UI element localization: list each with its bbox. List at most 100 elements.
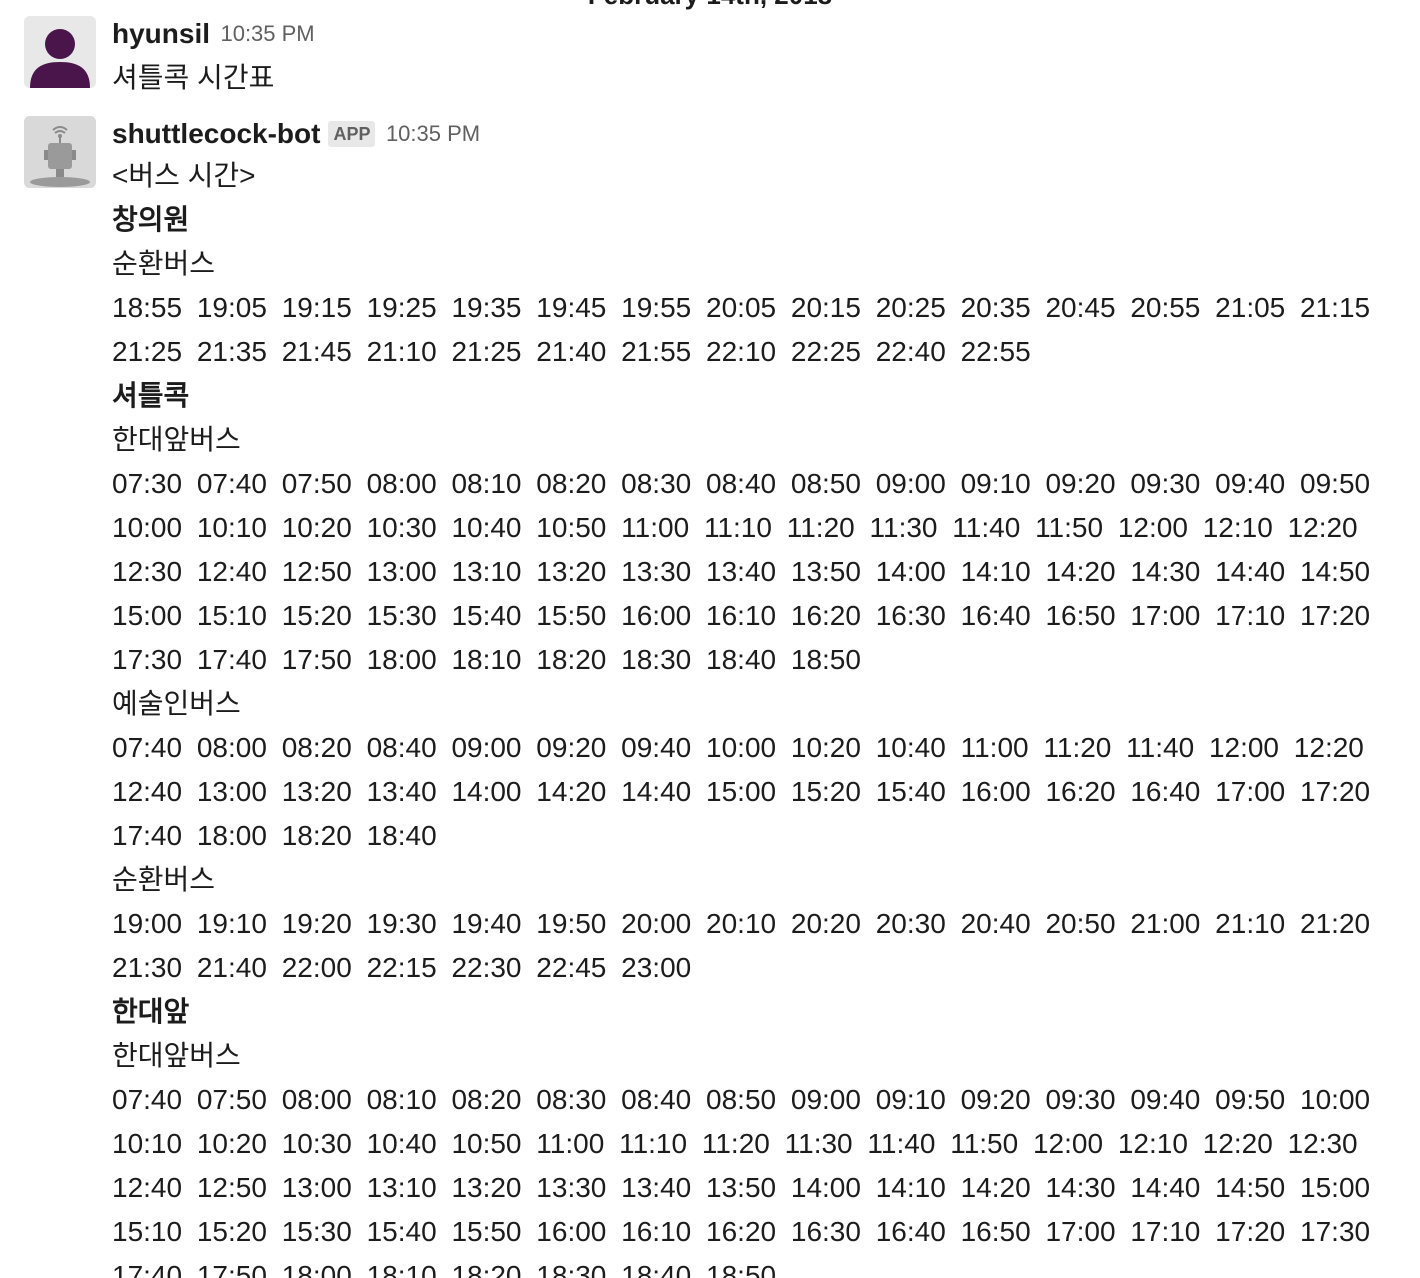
time-value: 13:10 — [366, 1172, 437, 1203]
time-value: 08:50 — [790, 468, 861, 499]
time-value: 16:30 — [875, 600, 946, 631]
time-value: 14:20 — [536, 776, 607, 807]
time-value: 13:30 — [536, 1172, 607, 1203]
time-value: 13:00 — [196, 776, 267, 807]
time-value: 19:20 — [281, 908, 352, 939]
time-value: 14:40 — [1130, 1172, 1201, 1203]
time-value: 11:40 — [867, 1128, 936, 1159]
time-value: 09:40 — [1215, 468, 1286, 499]
time-value: 13:40 — [706, 556, 777, 587]
message-body: <버스 시간> 창의원 순환버스 18:55 19:05 19:15 19:25… — [112, 154, 1412, 1278]
message-timestamp[interactable]: 10:35 PM — [220, 21, 314, 46]
time-value: 18:55 — [112, 292, 183, 323]
time-value: 13:50 — [790, 556, 861, 587]
time-value: 20:15 — [790, 292, 861, 323]
message-header: shuttlecock-bot APP 10:35 PM — [112, 118, 480, 150]
time-value: 08:40 — [621, 1084, 692, 1115]
time-value: 21:10 — [1215, 908, 1286, 939]
time-value: 13:00 — [366, 556, 437, 587]
route-times: 18:55 19:05 19:15 19:25 19:35 19:45 19:5… — [112, 286, 1412, 374]
time-value: 22:25 — [790, 336, 861, 367]
time-value: 15:40 — [451, 600, 522, 631]
time-value: 15:30 — [281, 1216, 352, 1247]
time-value: 15:50 — [451, 1216, 522, 1247]
time-value: 15:50 — [536, 600, 607, 631]
user-avatar[interactable] — [24, 16, 96, 88]
time-value: 19:50 — [536, 908, 607, 939]
bot-avatar[interactable] — [24, 116, 96, 188]
sender-name[interactable]: shuttlecock-bot — [112, 118, 320, 149]
time-value: 12:40 — [112, 1172, 183, 1203]
time-value: 21:40 — [196, 952, 267, 983]
time-value: 17:30 — [112, 644, 183, 675]
time-value: 18:40 — [366, 820, 437, 851]
time-value: 11:40 — [1126, 732, 1195, 763]
time-value: 10:20 — [281, 512, 352, 543]
time-value: 22:55 — [960, 336, 1031, 367]
time-value: 13:40 — [621, 1172, 692, 1203]
time-value: 14:40 — [621, 776, 692, 807]
time-value: 10:50 — [536, 512, 607, 543]
time-value: 18:00 — [366, 644, 437, 675]
time-value: 08:20 — [281, 732, 352, 763]
time-value: 18:20 — [536, 644, 607, 675]
time-value: 16:30 — [790, 1216, 861, 1247]
time-value: 14:10 — [875, 1172, 946, 1203]
time-value: 07:50 — [196, 1084, 267, 1115]
time-value: 11:00 — [621, 512, 690, 543]
time-value: 15:30 — [366, 600, 437, 631]
time-value: 17:00 — [1215, 776, 1286, 807]
time-value: 08:00 — [196, 732, 267, 763]
time-value: 13:40 — [366, 776, 437, 807]
time-value: 18:30 — [621, 644, 692, 675]
time-value: 09:00 — [451, 732, 522, 763]
message-body: 셔틀콕 시간표 — [112, 56, 1412, 100]
time-value: 22:40 — [875, 336, 946, 367]
time-value: 08:20 — [451, 1084, 522, 1115]
time-value: 22:30 — [451, 952, 522, 983]
time-value: 16:10 — [706, 600, 777, 631]
time-value: 21:10 — [366, 336, 437, 367]
time-value: 16:00 — [621, 600, 692, 631]
time-value: 17:00 — [1130, 600, 1201, 631]
section-title-shuttlecock: 셔틀콕 — [112, 380, 190, 411]
time-value: 16:50 — [1045, 600, 1116, 631]
time-value: 14:10 — [960, 556, 1031, 587]
date-divider: February 14th, 2018 — [0, 0, 1420, 8]
time-value: 12:40 — [112, 776, 183, 807]
time-value: 17:10 — [1215, 600, 1286, 631]
time-value: 14:20 — [1045, 556, 1116, 587]
time-value: 10:40 — [875, 732, 946, 763]
time-value: 12:20 — [1293, 732, 1364, 763]
time-value: 18:50 — [706, 1260, 777, 1278]
section-title-changuiwon: 창의원 — [112, 204, 190, 235]
time-value: 20:35 — [960, 292, 1031, 323]
time-value: 12:20 — [1287, 512, 1358, 543]
route-name: 한대앞버스 — [112, 424, 241, 455]
time-value: 18:20 — [281, 820, 352, 851]
route-times: 19:00 19:10 19:20 19:30 19:40 19:50 20:0… — [112, 902, 1412, 990]
time-value: 12:40 — [196, 556, 267, 587]
time-value: 18:40 — [621, 1260, 692, 1278]
time-value: 12:10 — [1202, 512, 1273, 543]
time-value: 12:00 — [1032, 1128, 1104, 1159]
time-value: 09:50 — [1215, 1084, 1286, 1115]
sender-name[interactable]: hyunsil — [112, 18, 210, 49]
time-value: 10:20 — [196, 1128, 267, 1159]
time-value: 11:20 — [786, 512, 855, 543]
time-value: 23:00 — [621, 952, 692, 983]
time-value: 08:50 — [706, 1084, 777, 1115]
time-value: 12:20 — [1202, 1128, 1273, 1159]
time-value: 19:15 — [281, 292, 352, 323]
time-value: 09:10 — [960, 468, 1031, 499]
time-value: 20:05 — [706, 292, 777, 323]
time-value: 17:20 — [1300, 600, 1371, 631]
time-value: 15:40 — [366, 1216, 437, 1247]
time-value: 22:45 — [536, 952, 607, 983]
message-timestamp[interactable]: 10:35 PM — [386, 121, 480, 146]
time-value: 08:00 — [281, 1084, 352, 1115]
time-value: 09:40 — [621, 732, 692, 763]
time-value: 19:30 — [366, 908, 437, 939]
time-value: 07:40 — [112, 1084, 183, 1115]
time-value: 15:00 — [706, 776, 777, 807]
